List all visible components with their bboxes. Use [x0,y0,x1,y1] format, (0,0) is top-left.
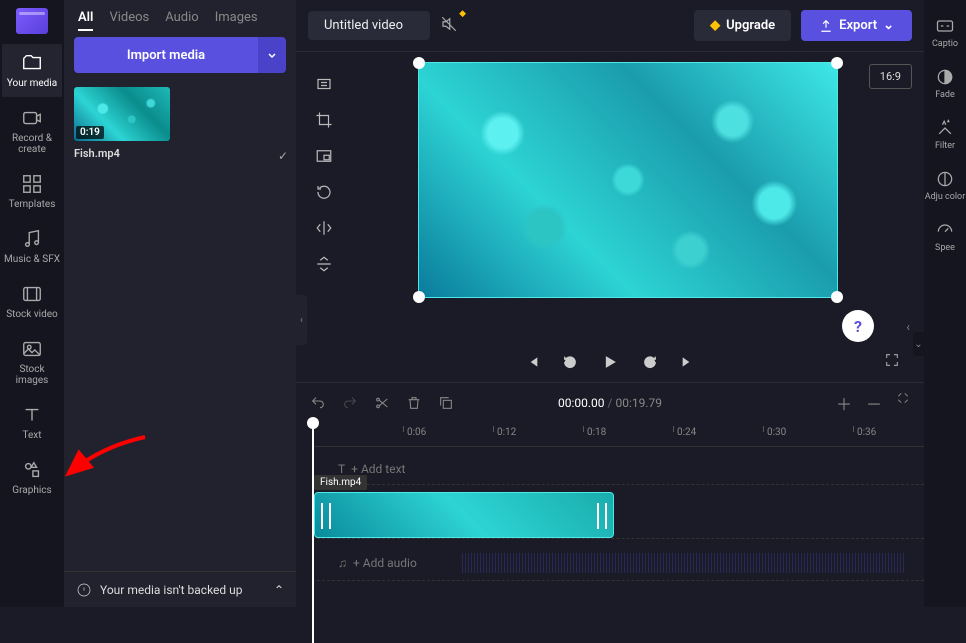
ruler-tick: 0:36 [857,427,876,438]
timeline-tracks: T + Add text Fish.mp4 ♫ + Add audio [296,453,924,581]
play-button[interactable] [600,352,620,372]
ruler-tick: 0:24 [677,427,696,438]
audio-track[interactable]: ♫ + Add audio [312,545,924,581]
playback-controls: 5 5 [296,342,924,382]
media-clip-duration: 0:19 [76,126,104,139]
tab-videos[interactable]: Videos [109,10,149,31]
fullscreen-button[interactable] [884,352,900,372]
text-track[interactable]: T + Add text [312,453,924,485]
svg-text:5: 5 [648,360,651,366]
media-tabs: All Videos Audio Images [64,0,296,37]
audio-mute-icon[interactable]: ◆ [440,15,458,37]
import-media-button[interactable]: Import media [74,37,258,73]
app-logo [16,8,48,34]
ruler-tick: 0:18 [587,427,606,438]
left-nav: Your media Record & create Templates Mus… [0,0,64,607]
resize-handle-tl[interactable] [413,57,425,69]
right-rail: Captio Fade Filter Adju color Spee [924,0,966,607]
flip-v-tool[interactable] [312,252,336,276]
timeline: 00:00.00 / 00:19.79 ＋ － 0:06 0:12 0:18 0… [296,382,924,607]
rail-adjust-colors[interactable]: Adju color [925,163,966,208]
expand-right-rail[interactable]: ⌄ [913,332,924,356]
pip-tool[interactable] [312,144,336,168]
main-area: ◆ ◆ Upgrade Export ⌄ [296,0,924,607]
nav-templates[interactable]: Templates [2,165,62,218]
playhead[interactable] [312,423,314,643]
audio-waveform [462,553,904,573]
help-button[interactable]: ? [842,310,874,342]
gem-icon: ◆ [710,18,720,33]
media-clip-name: Fish.mp4 [74,147,170,160]
add-audio-label: ♫ + Add audio [338,556,417,570]
rail-filters[interactable]: Filter [935,112,955,157]
rail-fade[interactable]: Fade [935,61,955,106]
skip-start-button[interactable] [524,354,540,370]
transform-tools [306,62,342,332]
video-preview[interactable] [418,62,838,298]
text-icon: T [338,462,345,476]
top-bar: ◆ ◆ Upgrade Export ⌄ [296,0,924,52]
backup-warning-text: Your media isn't backed up [100,583,243,597]
split-button[interactable] [374,395,390,411]
resize-handle-tr[interactable] [831,57,843,69]
nav-text[interactable]: Text [2,396,62,449]
import-media-dropdown[interactable] [258,37,286,73]
video-track[interactable]: Fish.mp4 [312,491,924,539]
tab-images[interactable]: Images [215,10,258,31]
ruler-tick: 0:06 [407,427,426,438]
resize-handle-br[interactable] [831,291,843,303]
undo-button[interactable] [310,395,326,411]
rail-speed[interactable]: Spee [935,214,955,259]
crop-tool[interactable] [312,108,336,132]
delete-button[interactable] [406,395,422,411]
fit-tool[interactable] [312,72,336,96]
upgrade-button[interactable]: ◆ Upgrade [694,10,791,41]
premium-gem-icon: ◆ [459,9,466,19]
music-note-icon: ♫ [338,556,347,570]
chevron-up-icon: ⌃ [274,583,284,597]
rewind-5s-button[interactable]: 5 [562,354,578,370]
forward-5s-button[interactable]: 5 [642,354,658,370]
nav-music-sfx[interactable]: Music & SFX [2,220,62,273]
upgrade-label: Upgrade [726,18,775,33]
rotate-tool[interactable] [312,180,336,204]
flip-h-tool[interactable] [312,216,336,240]
zoom-minus-button[interactable]: － [866,391,882,415]
nav-your-media[interactable]: Your media [2,44,62,97]
backup-warning[interactable]: Your media isn't backed up ⌃ [64,571,296,607]
svg-text:5: 5 [568,360,571,366]
timeline-toolbar: 00:00.00 / 00:19.79 ＋ － [296,383,924,423]
chevron-down-icon: ⌄ [883,18,894,33]
tab-audio[interactable]: Audio [165,10,198,31]
tab-all[interactable]: All [78,10,93,31]
nav-stock-images[interactable]: Stock images [2,330,62,394]
media-clip-thumbnail: 0:19 [74,87,170,141]
expand-right-panel[interactable]: ‹ [906,320,910,334]
resize-handle-bl[interactable] [413,291,425,303]
export-button[interactable]: Export ⌄ [801,10,912,41]
export-label: Export [839,18,877,33]
zoom-fit-button[interactable] [896,391,910,415]
skip-end-button[interactable] [680,354,696,370]
media-panel: All Videos Audio Images Import media 0:1… [64,0,296,607]
ruler-tick: 0:12 [497,427,516,438]
rail-captions[interactable]: Captio [932,10,958,55]
media-clip-used-icon: ✓ [278,149,288,163]
zoom-add-button[interactable]: ＋ [836,391,852,415]
timeline-clip[interactable] [314,492,614,538]
preview-stage: 16:9 ? ‹ [296,52,924,342]
project-title-input[interactable] [308,11,430,40]
nav-graphics[interactable]: Graphics [2,451,62,504]
nav-stock-video[interactable]: Stock video [2,275,62,328]
add-text-label: T + Add text [338,462,405,476]
timeline-ruler[interactable]: 0:06 0:12 0:18 0:24 0:30 0:36 [312,423,924,447]
timeline-timecode: 00:00.00 / 00:19.79 [558,396,662,410]
media-clip[interactable]: 0:19 Fish.mp4 ✓ [74,87,170,160]
aspect-ratio-selector[interactable]: 16:9 [869,64,912,89]
ruler-tick: 0:30 [767,427,786,438]
duplicate-button[interactable] [438,395,454,411]
redo-button[interactable] [342,395,358,411]
timeline-clip-label: Fish.mp4 [314,475,367,490]
nav-record-create[interactable]: Record & create [2,99,62,163]
